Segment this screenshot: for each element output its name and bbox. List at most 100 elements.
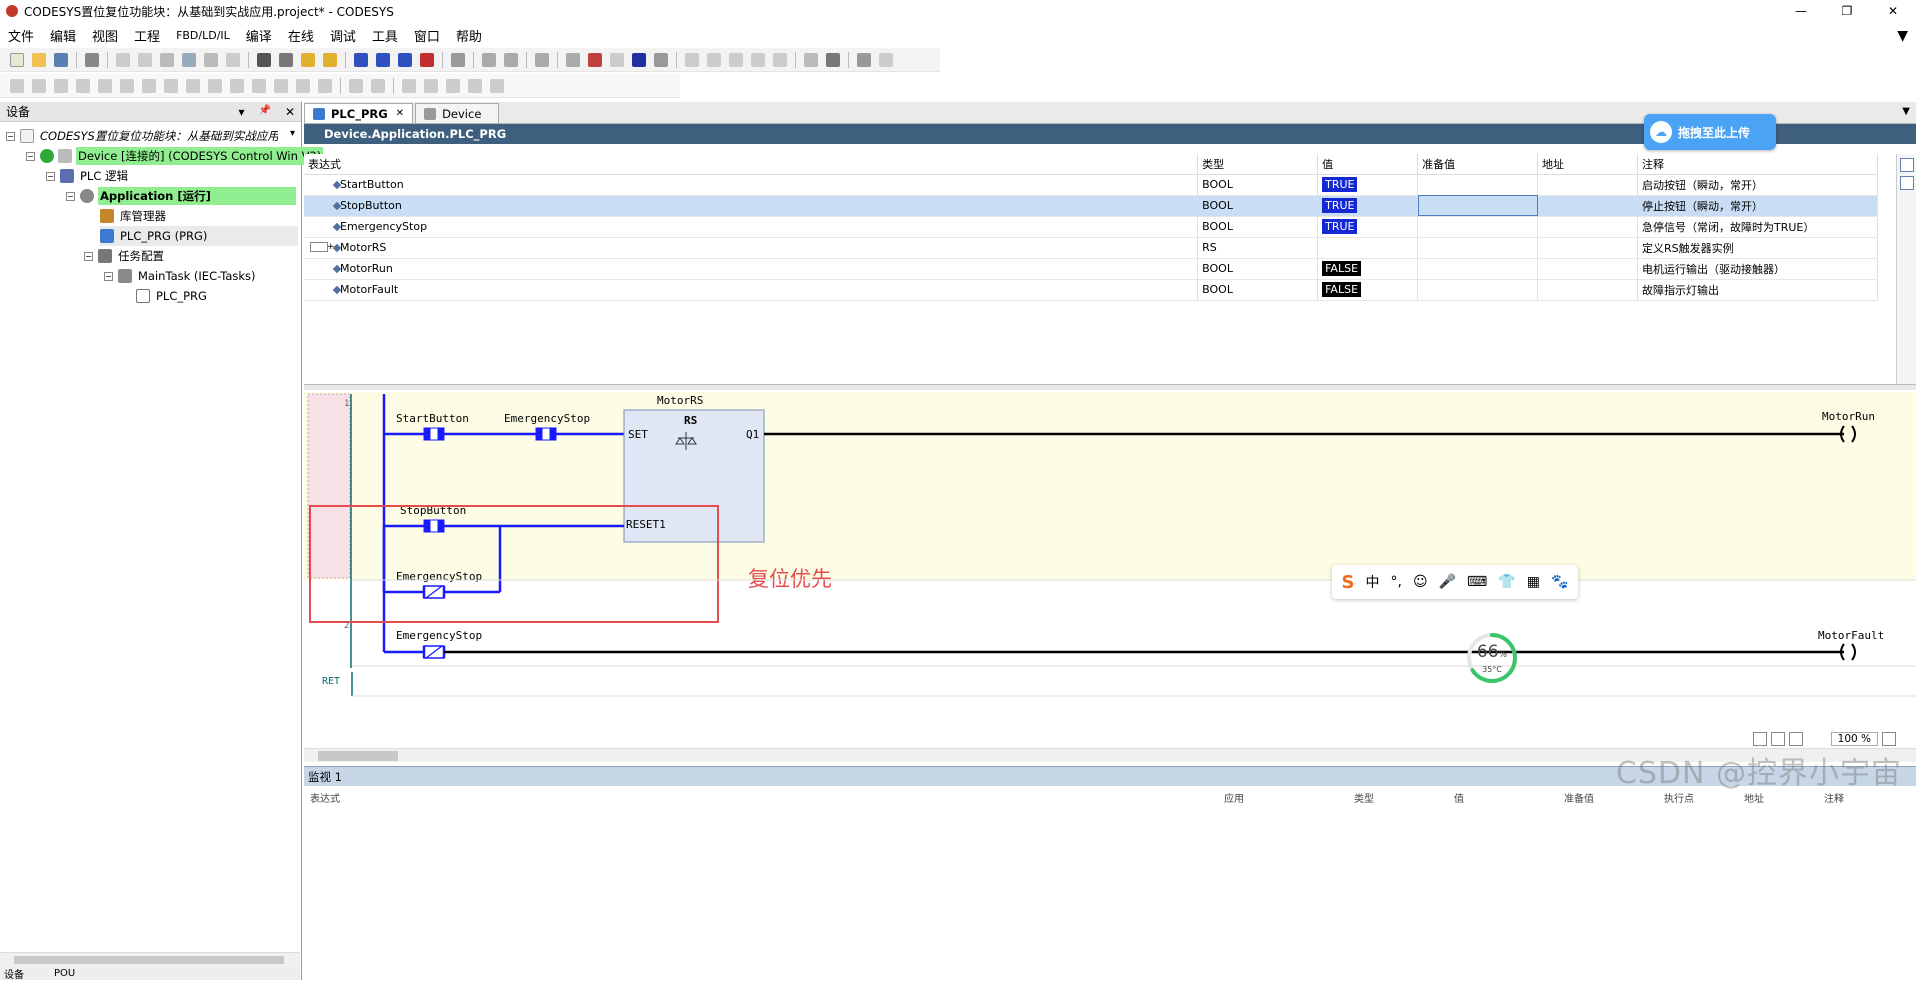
device-icon[interactable]: [451, 52, 465, 67]
contact-emergencystop-nc[interactable]: EmergencyStop: [396, 570, 482, 599]
tabs-overflow-icon[interactable]: ▼: [1902, 106, 1910, 117]
tree-library-manager[interactable]: 库管理器: [100, 206, 168, 226]
pointer-tool-icon[interactable]: [1752, 732, 1767, 746]
save-icon[interactable]: [54, 52, 68, 67]
menu-project[interactable]: 工程: [134, 26, 160, 45]
ime-skin-icon[interactable]: 👕: [1498, 574, 1515, 590]
redo-icon[interactable]: [138, 52, 152, 67]
open-icon[interactable]: [32, 52, 46, 67]
system-gauge[interactable]: 66% 35°C: [1466, 632, 1518, 684]
var-prepared-value[interactable]: [1417, 237, 1539, 259]
ld-edge-icon[interactable]: [371, 78, 385, 93]
menu-file[interactable]: 文件: [8, 26, 34, 45]
col-prepared-value[interactable]: 准备值: [1417, 154, 1539, 175]
col-value[interactable]: 值: [1317, 154, 1419, 175]
watch-col-value[interactable]: 值: [1454, 790, 1464, 805]
collapse-icon[interactable]: −: [84, 251, 93, 261]
menu-tools[interactable]: 工具: [372, 26, 398, 45]
force-values-icon[interactable]: [826, 52, 840, 67]
watch-col-type[interactable]: 类型: [1354, 790, 1374, 805]
replace-icon[interactable]: [279, 52, 293, 67]
step-out-icon[interactable]: [751, 52, 765, 67]
coil-motorfault[interactable]: MotorFault: [1818, 629, 1884, 661]
upload-button[interactable]: ☁ 拖拽至此上传: [1644, 114, 1776, 150]
calc-icon[interactable]: [535, 52, 549, 67]
settings-icon[interactable]: [566, 52, 580, 67]
tree-device[interactable]: − Device [连接的] (CODESYS Control Win V3): [26, 146, 324, 166]
layout-icon[interactable]: [482, 52, 496, 67]
window-icon[interactable]: [504, 52, 518, 67]
zoom-fit-icon[interactable]: [1882, 732, 1896, 746]
watch-col-prepared[interactable]: 准备值: [1564, 790, 1594, 805]
menu-edit[interactable]: 编辑: [50, 26, 76, 45]
watch-col-exec-point[interactable]: 执行点: [1664, 790, 1694, 805]
collapse-icon[interactable]: −: [46, 171, 55, 181]
menu-fbd-ld-il[interactable]: FBD/LD/IL: [176, 29, 230, 42]
var-prepared-value[interactable]: [1417, 258, 1539, 280]
watch-col-expression[interactable]: 表达式: [310, 790, 340, 805]
ime-emoji-icon[interactable]: ☺: [1413, 574, 1428, 590]
print-icon[interactable]: [85, 52, 99, 67]
new-icon[interactable]: [10, 52, 24, 67]
table-row[interactable]: MotorFault BOOL FALSE 故障指示灯输出: [304, 279, 1879, 301]
ime-chinese-mode[interactable]: 中: [1365, 572, 1379, 592]
ld-toggle-icon[interactable]: [349, 78, 363, 93]
table-row[interactable]: EmergencyStop BOOL TRUE 急停信号（常闭，故障时为TRUE…: [304, 216, 1879, 238]
ld-jump-icon[interactable]: [208, 78, 222, 93]
tab-plc-prg[interactable]: PLC_PRG ✕: [304, 103, 414, 123]
bookmark-next-icon[interactable]: [323, 52, 337, 67]
table-row[interactable]: StartButton BOOL TRUE 启动按钮（瞬动，常开）: [304, 174, 1879, 196]
zoom-level[interactable]: 100 %: [1830, 732, 1878, 746]
trace-icon[interactable]: [857, 52, 871, 67]
menu-view[interactable]: 视图: [92, 26, 118, 45]
ld-clear-icon[interactable]: [490, 78, 504, 93]
table-row[interactable]: + MotorRS RS 定义RS触发器实例: [304, 237, 1879, 259]
restore-button[interactable]: ❐: [1824, 0, 1870, 22]
menu-help[interactable]: 帮助: [456, 26, 482, 45]
ld-input-icon[interactable]: [274, 78, 288, 93]
col-type[interactable]: 类型: [1197, 154, 1319, 175]
cut-icon[interactable]: [160, 52, 174, 67]
run-to-cursor-icon[interactable]: [773, 52, 787, 67]
ld-output-icon[interactable]: [296, 78, 310, 93]
panel-close-icon[interactable]: ✕: [285, 105, 295, 119]
tree-task-config[interactable]: − 任务配置: [84, 246, 166, 266]
scroll-thumb[interactable]: [318, 751, 398, 761]
footer-tab-pou[interactable]: POU: [54, 968, 75, 979]
ime-toolbox-icon[interactable]: ▦: [1527, 574, 1540, 590]
close-button[interactable]: ✕: [1870, 0, 1916, 22]
watch-col-address[interactable]: 地址: [1744, 790, 1764, 805]
tree-main-task[interactable]: − MainTask (IEC-Tasks): [104, 266, 258, 286]
ld-remove-pin-icon[interactable]: [468, 78, 482, 93]
tab-device[interactable]: Device: [415, 103, 500, 123]
minimize-button[interactable]: —: [1778, 0, 1824, 22]
delete-icon[interactable]: [226, 52, 240, 67]
ld-contact-icon[interactable]: [54, 78, 68, 93]
tree-plc-prg[interactable]: PLC_PRG (PRG): [100, 226, 298, 246]
paste-icon[interactable]: [204, 52, 218, 67]
rs-function-block[interactable]: MotorRS RS SET Q1 RESET1: [623, 394, 765, 543]
tab-close-icon[interactable]: ✕: [396, 108, 404, 119]
write-values-icon[interactable]: [804, 52, 818, 67]
tree-task-prg[interactable]: PLC_PRG: [136, 286, 209, 306]
menu-online[interactable]: 在线: [288, 26, 314, 45]
ime-punctuation-icon[interactable]: °,: [1391, 574, 1402, 590]
expand-icon[interactable]: +: [310, 241, 335, 252]
run-icon[interactable]: [610, 52, 624, 67]
misc-icon[interactable]: [879, 52, 893, 67]
ime-keyboard-icon[interactable]: ⌨: [1467, 574, 1487, 590]
table-row[interactable]: StopButton BOOL TRUE 停止按钮（瞬动，常开）: [304, 195, 1879, 217]
pin-icon[interactable]: 📌: [258, 105, 270, 119]
ld-parallel-contact-icon[interactable]: [98, 78, 112, 93]
ld-assign-icon[interactable]: [318, 78, 332, 93]
ld-box-icon[interactable]: [186, 78, 200, 93]
reset-icon[interactable]: [654, 52, 668, 67]
ime-voice-icon[interactable]: 🎤: [1439, 574, 1456, 590]
stop-icon[interactable]: [588, 52, 602, 67]
breakpoint-icon[interactable]: [685, 52, 699, 67]
collapse-icon[interactable]: −: [6, 131, 15, 141]
filter-icon[interactable]: ▼: [1897, 28, 1908, 44]
devices-hscrollbar[interactable]: [0, 952, 300, 966]
undo-icon[interactable]: [116, 52, 130, 67]
footer-tab-devices[interactable]: 设备: [4, 966, 24, 981]
